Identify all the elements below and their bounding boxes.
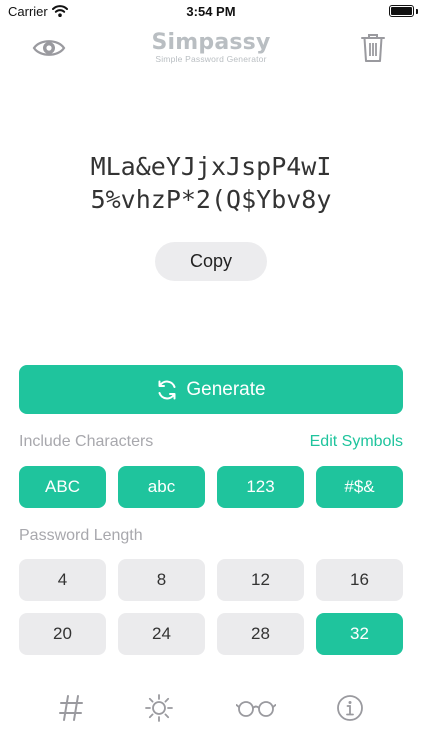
- tab-readability[interactable]: [235, 690, 277, 730]
- password-line-1: MLa&eYJjxJspP4wI: [90, 152, 332, 181]
- eye-icon: [32, 37, 66, 64]
- generated-password: MLa&eYJjxJspP4wI 5%vhzP*2(Q$Ybv8y: [0, 150, 422, 216]
- include-characters-label: Include Characters: [19, 433, 154, 450]
- info-icon: [336, 694, 364, 727]
- app-logo: Simpassy Simple Password Generator: [140, 30, 282, 64]
- toggle-uppercase[interactable]: ABC: [19, 466, 106, 508]
- length-option-16[interactable]: 16: [316, 559, 403, 601]
- battery-icon: [389, 5, 414, 17]
- clock: 3:54 PM: [186, 4, 236, 19]
- app-subtitle: Simple Password Generator: [155, 54, 267, 64]
- battery-cap: [416, 9, 418, 14]
- length-option-20[interactable]: 20: [19, 613, 106, 655]
- tab-appearance[interactable]: [139, 690, 179, 730]
- length-option-12[interactable]: 12: [217, 559, 304, 601]
- glasses-icon: [235, 698, 277, 723]
- length-option-28[interactable]: 28: [217, 613, 304, 655]
- toggle-symbols[interactable]: #$&: [316, 466, 403, 508]
- length-option-4[interactable]: 4: [19, 559, 106, 601]
- hash-icon: [58, 694, 84, 727]
- toggle-lowercase[interactable]: abc: [118, 466, 205, 508]
- toggle-visibility-button[interactable]: [30, 36, 68, 64]
- toggle-numbers[interactable]: 123: [217, 466, 304, 508]
- tab-generator[interactable]: [51, 690, 91, 730]
- sun-icon: [144, 693, 174, 728]
- app-title: Simpassy: [151, 30, 271, 55]
- length-option-24[interactable]: 24: [118, 613, 205, 655]
- generate-label: Generate: [186, 378, 266, 400]
- tab-info[interactable]: [330, 690, 370, 730]
- generate-button[interactable]: Generate: [19, 365, 403, 414]
- length-option-32[interactable]: 32: [316, 613, 403, 655]
- length-option-8[interactable]: 8: [118, 559, 205, 601]
- trash-icon: [361, 33, 385, 68]
- clear-button[interactable]: [358, 33, 388, 67]
- edit-symbols-link[interactable]: Edit Symbols: [310, 433, 403, 451]
- password-line-2: 5%vhzP*2(Q$Ybv8y: [90, 185, 332, 214]
- refresh-icon: [156, 379, 178, 401]
- password-length-label: Password Length: [19, 527, 143, 544]
- copy-button[interactable]: Copy: [155, 242, 267, 281]
- status-bar: Carrier 3:54 PM: [0, 0, 422, 24]
